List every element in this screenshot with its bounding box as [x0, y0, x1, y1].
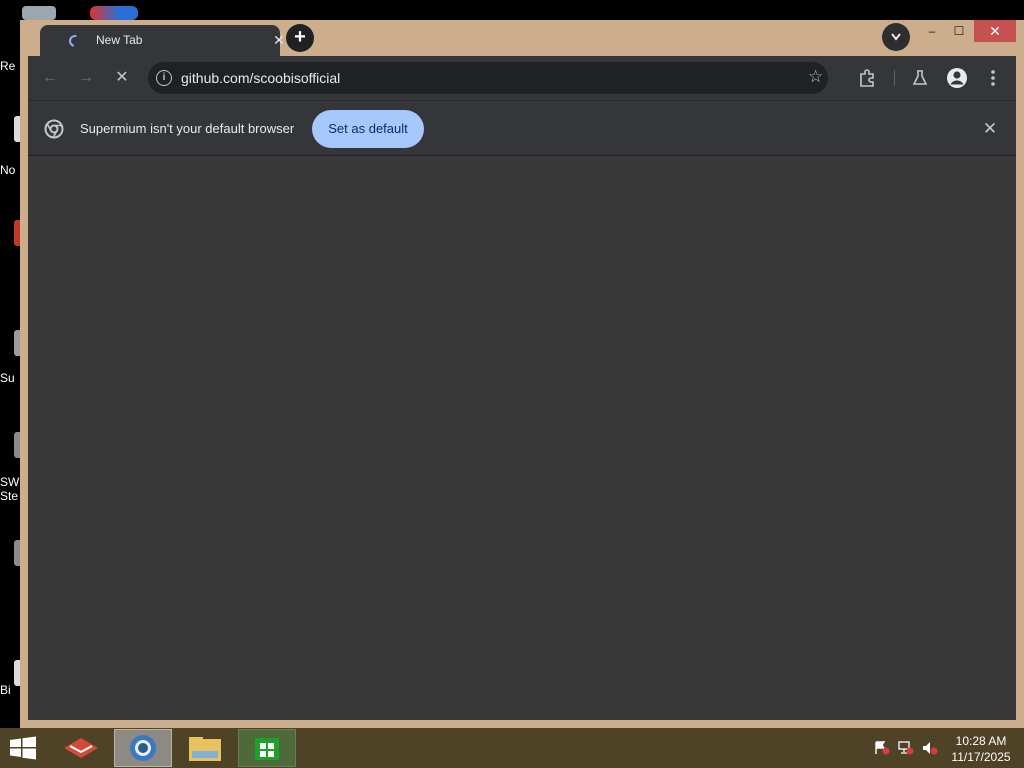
taskbar-app-launcher[interactable] — [52, 729, 110, 767]
forward-icon[interactable]: → — [74, 66, 98, 90]
site-info-icon[interactable]: i — [156, 70, 172, 86]
back-icon[interactable]: ← — [38, 66, 62, 90]
action-center-flag-icon[interactable] — [874, 741, 890, 755]
minimize-button[interactable]: – — [920, 20, 944, 42]
tab-search-button[interactable] — [882, 23, 910, 51]
desktop-label-fragment: Su — [0, 371, 15, 385]
page-content — [28, 156, 1016, 720]
taskbar-file-explorer[interactable] — [176, 729, 234, 767]
bookmark-star-icon[interactable]: ☆ — [808, 67, 823, 87]
desktop-label-fragment: SW — [0, 475, 20, 489]
desktop-label-fragment: Re — [0, 59, 16, 73]
start-button[interactable] — [8, 736, 38, 760]
tab-strip: New Tab ✕ + – ☐ ✕ — [20, 20, 1024, 56]
set-as-default-button[interactable]: Set as default — [312, 110, 424, 148]
tab-title: New Tab — [96, 33, 143, 47]
clock-time[interactable]: 10:28 AM — [950, 734, 1012, 748]
file-explorer-icon — [189, 737, 221, 761]
labs-flask-icon[interactable] — [908, 66, 932, 90]
network-icon[interactable] — [898, 741, 914, 755]
menu-icon[interactable] — [981, 66, 1005, 90]
infobar-message: Supermium isn't your default browser — [80, 121, 295, 136]
recycle-bin-icon[interactable] — [22, 6, 56, 20]
address-bar[interactable]: i github.com/scoobisofficial ☆ — [148, 62, 828, 94]
tab-new-tab[interactable]: New Tab ✕ — [40, 25, 285, 56]
taskbar: 10:28 AM 11/17/2025 — [0, 728, 1024, 768]
url-text[interactable]: github.com/scoobisofficial — [181, 70, 340, 86]
windows-logo-icon — [10, 736, 36, 760]
store-icon — [255, 738, 279, 760]
chevron-down-icon — [891, 33, 901, 41]
desktop-app-icon[interactable] — [90, 6, 138, 20]
profile-icon[interactable] — [945, 66, 969, 90]
browser-toolbar: ← → ✕ i github.com/scoobisofficial ☆ — [28, 56, 1016, 100]
close-window-button[interactable]: ✕ — [974, 20, 1016, 42]
app-launcher-icon — [64, 738, 98, 758]
volume-muted-icon[interactable] — [922, 741, 938, 755]
desktop-label-fragment: Bi — [0, 683, 11, 697]
toolbar-divider — [894, 70, 895, 86]
desktop-label-fragment: No — [0, 163, 16, 177]
clock-date[interactable]: 11/17/2025 — [946, 750, 1016, 764]
taskbar-store[interactable] — [238, 729, 296, 767]
browser-window: New Tab ✕ + – ☐ ✕ ← → ✕ i github.com/sco… — [20, 20, 1024, 728]
infobar-close-icon[interactable]: ✕ — [980, 119, 1000, 139]
desktop-label-fragment: Ste — [0, 489, 19, 503]
taskbar-supermium[interactable] — [114, 729, 172, 767]
supermium-logo-icon — [44, 119, 64, 139]
new-tab-button[interactable]: + — [286, 24, 314, 52]
extensions-icon[interactable] — [856, 66, 880, 90]
stop-icon[interactable]: ✕ — [110, 66, 134, 90]
default-browser-infobar: Supermium isn't your default browser Set… — [28, 100, 1016, 156]
loading-spinner-icon — [66, 32, 84, 50]
maximize-button[interactable]: ☐ — [946, 20, 972, 42]
supermium-icon — [130, 735, 156, 761]
